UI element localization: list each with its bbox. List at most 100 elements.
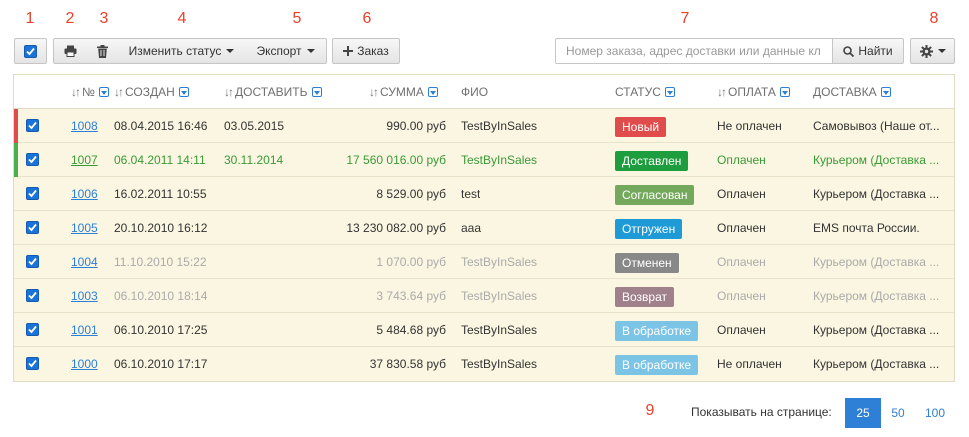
col-header-deliver[interactable]: ↓↑ ДОСТАВИТЬ — [224, 75, 322, 109]
delete-button[interactable] — [86, 38, 119, 64]
col-header-status[interactable]: СТАТУС — [615, 75, 675, 109]
table-body: 1008 08.04.2015 16:46 03.05.2015 990.00 руб… — [14, 109, 954, 381]
row-checkbox[interactable] — [26, 323, 39, 336]
add-order-button[interactable]: Заказ — [332, 38, 400, 64]
order-number-link[interactable]: 1005 — [71, 221, 98, 235]
col-header-fio: ФИО — [461, 85, 489, 99]
chevron-down-icon — [937, 49, 946, 53]
table-row[interactable]: 1006 16.02.2011 10:55 8 529.00 руб test Согл… — [14, 177, 954, 211]
filter-dropdown-icon[interactable] — [178, 87, 189, 97]
order-sum: 1 070.00 руб — [376, 255, 446, 269]
checkbox-icon[interactable] — [24, 44, 37, 58]
deliver-date: 03.05.2015 — [224, 119, 285, 133]
payment-status: Оплачен — [717, 153, 766, 167]
print-button[interactable] — [53, 38, 87, 64]
filter-dropdown-icon[interactable] — [98, 87, 109, 97]
order-number-link[interactable]: 1007 — [71, 153, 98, 167]
filter-dropdown-icon[interactable] — [880, 87, 891, 97]
table-row[interactable]: 1007 06.04.2011 14:11 30.11.2014 17 560 016… — [14, 143, 954, 177]
row-checkbox[interactable] — [26, 255, 39, 268]
delivery-method: Курьером (Доставка ... — [813, 153, 940, 167]
change-status-button[interactable]: Изменить статус — [118, 38, 246, 64]
sort-icon: ↓↑ — [717, 85, 727, 99]
search-input[interactable] — [555, 38, 833, 64]
status-badge: Отменен — [615, 252, 679, 273]
delivery-method: Курьером (Доставка ... — [813, 187, 940, 201]
search-button-label: Найти — [858, 44, 893, 58]
customer-name: aaa — [461, 221, 482, 235]
table-row[interactable]: 1001 06.10.2010 17:25 5 484.68 руб TestByIn… — [14, 313, 954, 347]
col-header-created[interactable]: ↓↑ СОЗДАН — [114, 75, 189, 109]
select-all-button[interactable] — [14, 38, 47, 64]
payment-status: Оплачен — [717, 323, 766, 337]
status-badge: Отгружен — [615, 218, 683, 239]
row-checkbox[interactable] — [26, 289, 39, 302]
customer-name: TestByInSales — [461, 323, 538, 337]
status-badge: Новый — [615, 116, 667, 137]
table-row[interactable]: 1003 06.10.2010 18:14 3 743.64 руб TestByIn… — [14, 279, 954, 313]
page-size-50[interactable]: 50 — [882, 398, 914, 428]
deliver-date: 30.11.2014 — [224, 153, 284, 167]
order-number-link[interactable]: 1000 — [71, 357, 98, 371]
print-icon — [64, 45, 76, 57]
payment-status: Оплачен — [717, 255, 766, 269]
table-row[interactable]: 1008 08.04.2015 16:46 03.05.2015 990.00 руб… — [14, 109, 954, 143]
row-checkbox[interactable] — [26, 187, 39, 200]
col-header-payment[interactable]: ↓↑ ОПЛАТА — [717, 75, 790, 109]
order-number-link[interactable]: 1001 — [71, 323, 98, 337]
filter-dropdown-icon[interactable] — [664, 87, 675, 97]
customer-name: TestByInSales — [461, 153, 538, 167]
export-label: Экспорт — [256, 44, 302, 58]
table-row[interactable]: 1004 11.10.2010 15:22 1 070.00 руб TestByIn… — [14, 245, 954, 279]
delivery-method: Курьером (Доставка ... — [813, 357, 940, 371]
trash-icon — [96, 44, 108, 58]
order-number-link[interactable]: 1008 — [71, 119, 98, 133]
created-date: 06.10.2010 17:25 — [114, 323, 208, 337]
page-size-100[interactable]: 100 — [917, 398, 953, 428]
page-size-25[interactable]: 25 — [845, 398, 881, 428]
row-checkbox[interactable] — [26, 153, 39, 166]
marker-4: 4 — [177, 10, 187, 27]
order-number-link[interactable]: 1006 — [71, 187, 98, 201]
marker-5: 5 — [292, 10, 302, 27]
order-sum: 3 743.64 руб — [376, 289, 446, 303]
filter-dropdown-icon[interactable] — [779, 87, 790, 97]
order-number-link[interactable]: 1004 — [71, 255, 98, 269]
customer-name: TestByInSales — [461, 357, 538, 371]
col-header-delivery[interactable]: ДОСТАВКА — [813, 75, 891, 109]
settings-button[interactable] — [910, 38, 955, 64]
table-header: ↓↑ № ↓↑ СОЗДАН ↓↑ ДОСТАВИТЬ ↓↑ СУММА ФИО СТА… — [14, 75, 954, 109]
status-badge: В обработке — [615, 354, 699, 375]
marker-8: 8 — [929, 10, 939, 27]
delivery-method: Курьером (Доставка ... — [813, 255, 940, 269]
export-button[interactable]: Экспорт — [245, 38, 327, 64]
payment-status: Оплачен — [717, 289, 766, 303]
filter-dropdown-icon[interactable] — [311, 87, 322, 97]
marker-9: 9 — [645, 402, 655, 419]
row-checkbox[interactable] — [26, 221, 39, 234]
delivery-method: EMS почта России. — [813, 221, 920, 235]
created-date: 08.04.2015 16:46 — [114, 119, 208, 133]
customer-name: test — [461, 187, 481, 201]
row-checkbox[interactable] — [26, 119, 39, 132]
sort-icon: ↓↑ — [369, 85, 379, 99]
delivery-method: Самовывоз (Наше от... — [813, 119, 940, 133]
gear-icon — [919, 44, 933, 58]
table-row[interactable]: 1000 06.10.2010 17:17 37 830.58 руб TestByI… — [14, 347, 954, 381]
table-row[interactable]: 1005 20.10.2010 16:12 13 230 082.00 руб aaa… — [14, 211, 954, 245]
sort-icon: ↓↑ — [224, 85, 234, 99]
payment-status: Оплачен — [717, 221, 766, 235]
search-button[interactable]: Найти — [833, 38, 904, 64]
col-header-num[interactable]: ↓↑ № — [71, 75, 109, 109]
marker-7: 7 — [680, 10, 690, 27]
delivery-method: Курьером (Доставка ... — [813, 289, 940, 303]
sort-icon: ↓↑ — [114, 85, 124, 99]
payment-status: Не оплачен — [717, 357, 782, 371]
status-badge: Согласован — [615, 184, 695, 205]
created-date: 16.02.2011 10:55 — [114, 187, 207, 201]
col-header-sum[interactable]: ↓↑ СУММА — [369, 75, 438, 109]
order-sum: 17 560 016.00 руб — [346, 153, 446, 167]
row-checkbox[interactable] — [26, 357, 39, 370]
order-number-link[interactable]: 1003 — [71, 289, 98, 303]
filter-dropdown-icon[interactable] — [427, 87, 438, 97]
